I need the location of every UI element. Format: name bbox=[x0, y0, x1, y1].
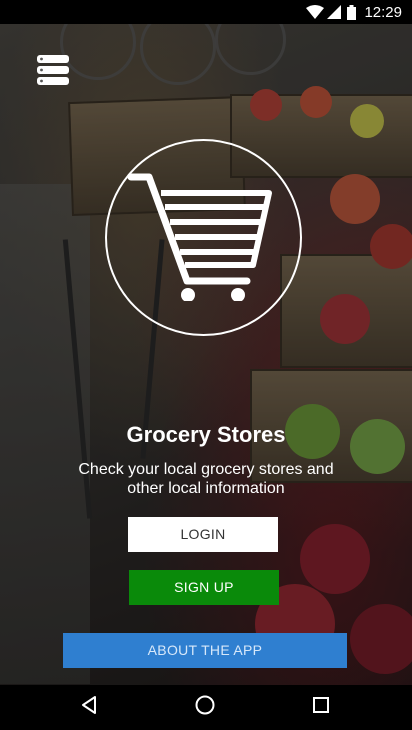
navigation-bar bbox=[0, 685, 412, 730]
wifi-icon bbox=[306, 5, 325, 19]
logo-circle bbox=[105, 139, 302, 336]
signal-icon bbox=[327, 5, 342, 19]
menu-button[interactable] bbox=[36, 53, 70, 87]
home-button[interactable] bbox=[175, 685, 235, 730]
app-subtitle: Check your local grocery stores and othe… bbox=[0, 460, 412, 498]
back-button[interactable] bbox=[59, 685, 119, 730]
status-clock: 12:29 bbox=[364, 3, 402, 21]
login-button[interactable]: LOGIN bbox=[128, 517, 278, 552]
hero-background: Grocery Stores Check your local grocery … bbox=[0, 24, 412, 685]
about-the-app-button[interactable]: ABOUT THE APP bbox=[63, 633, 347, 668]
back-icon bbox=[80, 695, 98, 720]
home-icon bbox=[194, 694, 216, 721]
app-title: Grocery Stores bbox=[126, 422, 286, 447]
recents-button[interactable] bbox=[291, 685, 351, 730]
subtitle-line-2: other local information bbox=[127, 480, 285, 497]
subtitle-line-1: Check your local grocery stores and bbox=[78, 461, 334, 478]
status-icons: 12:29 bbox=[306, 0, 412, 24]
battery-icon bbox=[347, 4, 357, 20]
sign-up-button[interactable]: SIGN UP bbox=[129, 570, 279, 605]
recents-icon bbox=[312, 696, 330, 719]
server-stack-icon bbox=[36, 53, 70, 87]
status-bar: 12:29 bbox=[0, 0, 412, 24]
